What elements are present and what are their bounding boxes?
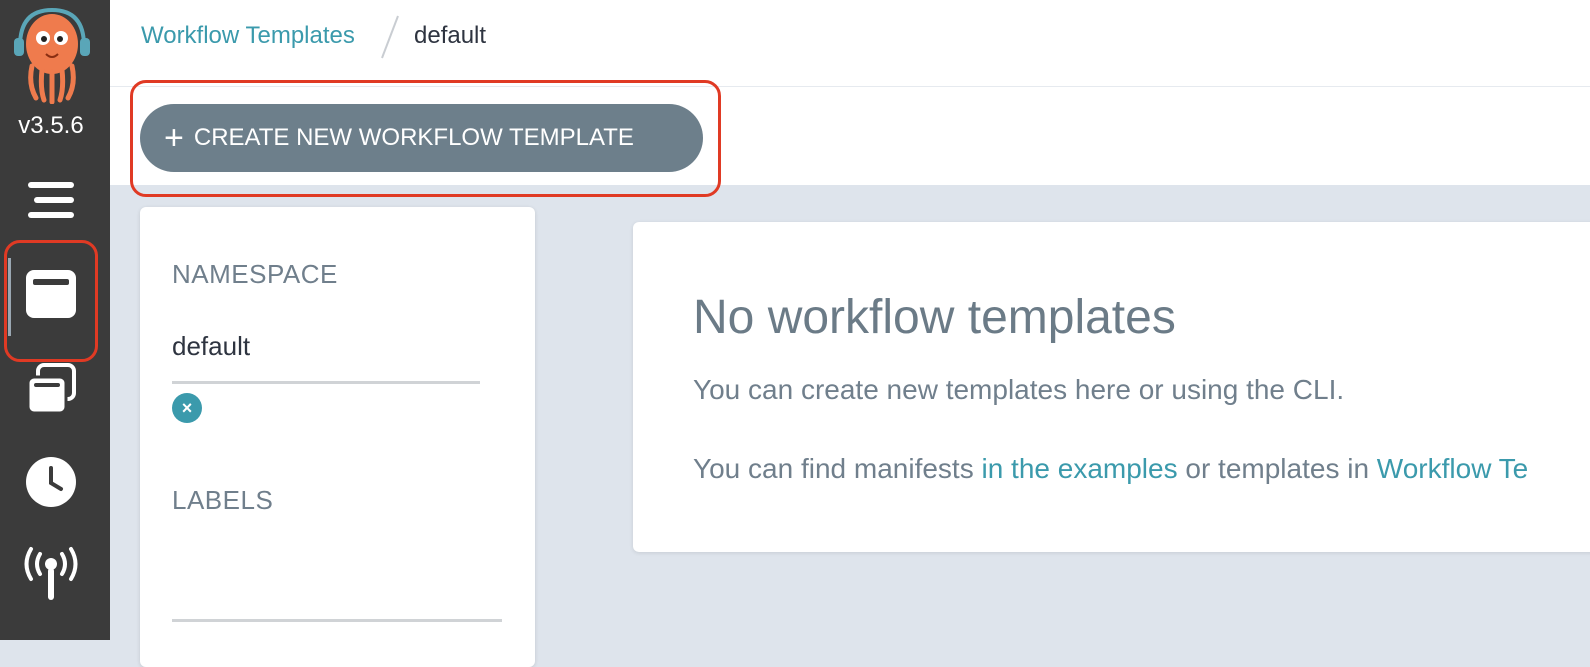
workflow-templates-link[interactable]: Workflow Te [1377,453,1528,484]
version-label: v3.5.6 [18,112,84,139]
close-icon: × [181,397,193,418]
sidebar-highlight-box [4,240,98,362]
breadcrumb-current: default [414,22,487,49]
create-workflow-template-button[interactable]: + CREATE NEW WORKFLOW TEMPLATE [140,104,703,172]
breadcrumb-separator-icon [381,15,399,59]
argo-logo[interactable] [10,4,94,105]
empty-state-title: No workflow templates [693,291,1176,344]
empty-state-line1: You can create new templates here or usi… [693,374,1345,405]
clear-namespace-button[interactable]: × [172,393,202,423]
empty-state-line2: You can find manifests in the examples o… [693,453,1528,485]
menu-icon[interactable] [18,170,84,230]
filter-panel: NAMESPACE default × LABELS [140,207,535,667]
empty-state-panel: No workflow templates You can create new… [633,222,1590,552]
labels-input[interactable] [172,619,502,622]
clock-icon[interactable] [18,452,84,512]
action-bar: + CREATE NEW WORKFLOW TEMPLATE [110,87,1590,185]
line2-middle: or templates in [1177,453,1377,484]
namespace-title: NAMESPACE [172,259,338,289]
create-button-label: CREATE NEW WORKFLOW TEMPLATE [193,124,634,151]
labels-title: LABELS [172,485,274,515]
sidebar: v3.5.6 [0,0,110,640]
examples-link[interactable]: in the examples [981,453,1177,484]
line2-prefix: You can find manifests [693,453,982,484]
top-bar: Workflow Templates default [110,0,1590,87]
namespace-underline [172,381,480,384]
namespace-input[interactable]: default [172,331,250,362]
plus-icon: + [164,119,184,157]
event-source-antenna-icon[interactable] [18,544,84,604]
cluster-workflow-templates-icon[interactable] [18,358,84,418]
breadcrumb-workflow-templates[interactable]: Workflow Templates [141,22,355,50]
